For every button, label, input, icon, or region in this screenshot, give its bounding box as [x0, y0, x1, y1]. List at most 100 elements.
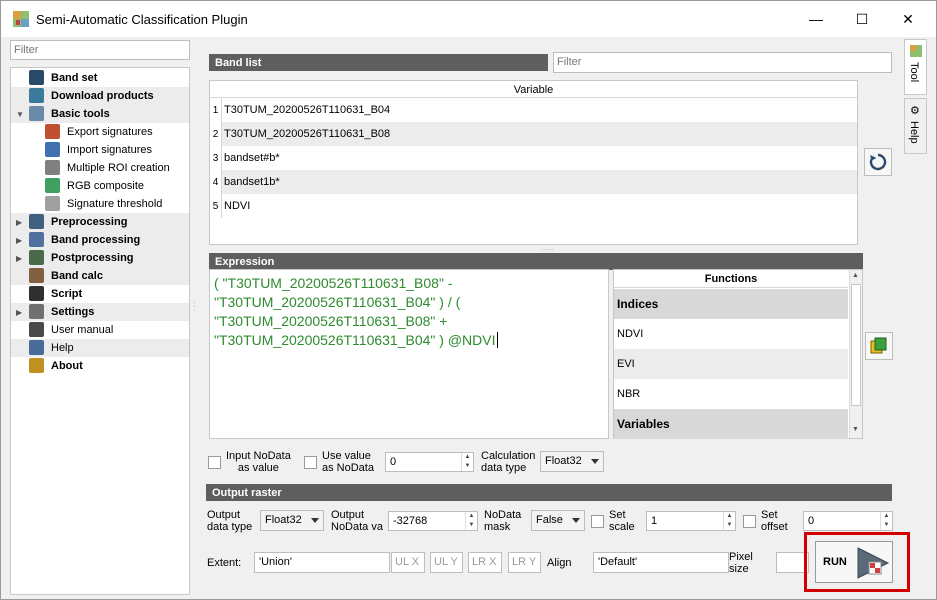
tree-item-band-calc[interactable]: Band calc [11, 267, 189, 285]
tree-item-script[interactable]: Script [11, 285, 189, 303]
extent-select[interactable]: 'Union' [254, 552, 390, 573]
table-row[interactable]: 3 bandset#b* [210, 146, 857, 170]
chevron-down-icon [311, 518, 319, 523]
chevron-right-icon[interactable]: ▶ [16, 236, 24, 245]
tree-item-rgb-composite[interactable]: RGB composite [11, 177, 189, 195]
close-button[interactable]: ✕ [885, 1, 931, 37]
variable-cell: bandset1b* [224, 176, 280, 188]
calc-data-type-select[interactable]: Float32 [540, 451, 604, 472]
menu-filter-input[interactable]: Filter [10, 40, 190, 60]
tree-item-download-products[interactable]: Download products [11, 87, 189, 105]
spinbox-arrows[interactable]: ▲ ▼ [461, 453, 473, 471]
band-list-filter-input[interactable]: Filter [553, 52, 892, 73]
tree-item-user-manual[interactable]: User manual [11, 321, 189, 339]
expression-editor[interactable]: ( "T30TUM_20200526T110631_B08" - "T30TUM… [209, 269, 609, 439]
function-item-evi[interactable]: EVI [614, 349, 848, 379]
use-value-nodata-checkbox[interactable] [304, 456, 317, 469]
tree-item-export-signatures[interactable]: Export signatures [11, 123, 189, 141]
tree-item-band-processing[interactable]: ▶ Band processing [11, 231, 189, 249]
tree-item-label: Postprocessing [51, 252, 134, 264]
tree-item-label: User manual [51, 324, 114, 336]
column-header-variable[interactable]: Variable [210, 81, 857, 98]
tree-item-import-signatures[interactable]: Import signatures [11, 141, 189, 159]
help-tab[interactable]: ⚙ Help [904, 98, 927, 154]
function-item-ndvi[interactable]: NDVI [614, 319, 848, 349]
postprocessing-icon [29, 250, 44, 265]
lr-y-input[interactable]: LR Y [508, 552, 541, 573]
output-nodata-spinbox[interactable]: -32768 ▲ ▼ [388, 511, 478, 531]
table-row[interactable]: 4 bandset1b* [210, 170, 857, 194]
ul-y-input[interactable]: UL Y [430, 552, 463, 573]
tree-item-multiple-roi-creation[interactable]: Multiple ROI creation [11, 159, 189, 177]
scroll-up-arrow[interactable]: ▲ [852, 272, 859, 279]
function-item-variables[interactable]: Variables [614, 409, 848, 439]
scrollbar-thumb[interactable] [851, 284, 861, 406]
tree-item-preprocessing[interactable]: ▶ Preprocessing [11, 213, 189, 231]
lr-x-input[interactable]: LR X [468, 552, 502, 573]
chevron-right-icon[interactable]: ▶ [16, 254, 24, 263]
app-icon [13, 11, 29, 27]
input-nodata-label: Input NoData as value [226, 450, 291, 474]
row-number[interactable]: 2 [210, 122, 222, 146]
function-item-indices[interactable]: Indices [614, 289, 848, 319]
spinbox-arrows[interactable]: ▲ ▼ [880, 512, 892, 530]
maximize-button[interactable]: ☐ [839, 1, 885, 37]
table-row[interactable]: 5 NDVI [210, 194, 857, 218]
tree-item-label: Multiple ROI creation [67, 162, 170, 174]
user-manual-icon [29, 322, 44, 337]
band-list-table: Variable 1 T30TUM_20200526T110631_B04 2 T30… [209, 80, 858, 245]
import-expression-button[interactable] [865, 332, 893, 360]
navigation-tree: Band set Download products ▼ Basic tools Exp… [10, 67, 190, 595]
gear-icon: ⚙ [910, 105, 920, 117]
chevron-down-icon[interactable]: ▼ [16, 110, 24, 119]
align-select[interactable]: 'Default' [593, 552, 729, 573]
tree-item-label: Export signatures [67, 126, 153, 138]
ul-x-input[interactable]: UL X [391, 552, 425, 573]
spinbox-arrows[interactable]: ▲ ▼ [723, 512, 735, 530]
tree-item-about[interactable]: About [11, 357, 189, 375]
scale-spinbox[interactable]: 1 ▲ ▼ [646, 511, 736, 531]
chevron-right-icon[interactable]: ▶ [16, 308, 24, 317]
functions-list: Functions Indices NDVI EVI NBR Variables ▲ ▼ [613, 269, 863, 439]
tree-item-label: Band set [51, 72, 98, 84]
plugin-window: Semi-Automatic Classification Plugin — ☐… [0, 0, 937, 600]
refresh-button[interactable] [864, 148, 892, 176]
nodata-mask-select[interactable]: False [531, 510, 585, 531]
align-label: Align [547, 557, 572, 569]
input-nodata-checkbox[interactable] [208, 456, 221, 469]
expression-header: Expression [209, 253, 863, 270]
tree-item-help[interactable]: Help [11, 339, 189, 357]
expression-line: "T30TUM_20200526T110631_B04" ) / ( [214, 294, 461, 310]
row-number[interactable]: 4 [210, 170, 222, 194]
window-title: Semi-Automatic Classification Plugin [36, 12, 248, 27]
row-number[interactable]: 1 [210, 98, 222, 122]
run-icon [857, 547, 890, 579]
row-number[interactable]: 5 [210, 194, 222, 218]
tree-item-settings[interactable]: ▶ Settings [11, 303, 189, 321]
row-number[interactable]: 3 [210, 146, 222, 170]
minimize-button[interactable]: — [793, 1, 839, 37]
output-data-type-label: Output data type [207, 509, 253, 533]
spinbox-arrows[interactable]: ▲ ▼ [465, 512, 477, 530]
function-item-nbr[interactable]: NBR [614, 379, 848, 409]
tool-tab[interactable]: Tool [904, 39, 927, 95]
offset-spinbox[interactable]: 0 ▲ ▼ [803, 511, 893, 531]
tree-item-signature-threshold[interactable]: Signature threshold [11, 195, 189, 213]
band-processing-icon [29, 232, 44, 247]
set-scale-checkbox[interactable] [591, 515, 604, 528]
set-offset-checkbox[interactable] [743, 515, 756, 528]
table-row[interactable]: 1 T30TUM_20200526T110631_B04 [210, 98, 857, 122]
tree-item-basic-tools[interactable]: ▼ Basic tools [11, 105, 189, 123]
table-row[interactable]: 2 T30TUM_20200526T110631_B08 [210, 122, 857, 146]
variable-cell: NDVI [224, 200, 251, 212]
splitter-handle[interactable]: · · · [193, 299, 196, 315]
output-data-type-select[interactable]: Float32 [260, 510, 324, 531]
chevron-right-icon[interactable]: ▶ [16, 218, 24, 227]
run-button[interactable]: RUN [815, 541, 893, 583]
tree-item-postprocessing[interactable]: ▶ Postprocessing [11, 249, 189, 267]
extent-label: Extent: [207, 557, 242, 569]
tree-item-band-set[interactable]: Band set [11, 69, 189, 87]
nodata-value-spinbox[interactable]: 0 ▲ ▼ [385, 452, 474, 472]
functions-scrollbar[interactable]: ▲ ▼ [849, 270, 862, 438]
scroll-down-arrow[interactable]: ▼ [852, 426, 859, 433]
